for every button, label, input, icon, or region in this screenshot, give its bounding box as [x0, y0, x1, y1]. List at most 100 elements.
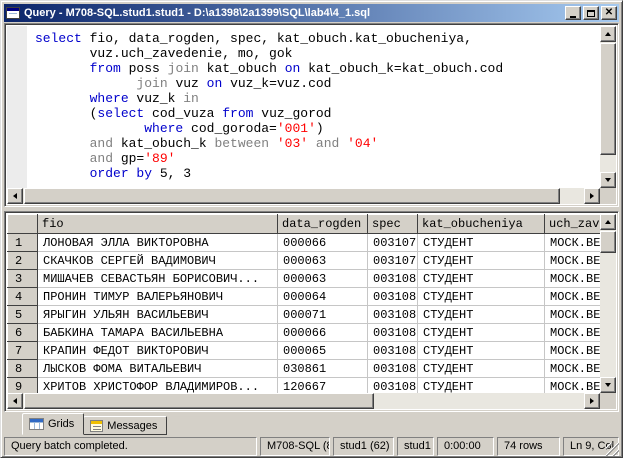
- editor-hscroll-thumb[interactable]: [24, 188, 560, 204]
- grid-scroll-up-button[interactable]: [600, 214, 616, 230]
- grid-cell[interactable]: МОСК.ВЕТ: [545, 234, 601, 252]
- table-row[interactable]: 5ЯРЫГИН УЛЬЯН ВАСИЛЬЕВИЧ000071003108СТУД…: [8, 306, 601, 324]
- title-bar[interactable]: Query - M708-SQL.stud1.stud1 - D:\a1398\…: [4, 4, 619, 22]
- grid-cell[interactable]: СТУДЕНТ: [418, 342, 545, 360]
- row-number[interactable]: 1: [8, 234, 38, 252]
- row-number[interactable]: 7: [8, 342, 38, 360]
- code-line[interactable]: and gp='89': [35, 151, 600, 166]
- row-number[interactable]: 9: [8, 378, 38, 394]
- grid-vertical-scrollbar[interactable]: [600, 214, 616, 393]
- grid-cell[interactable]: 003108: [368, 378, 418, 394]
- grid-hscroll-thumb[interactable]: [24, 393, 374, 409]
- row-number[interactable]: 2: [8, 252, 38, 270]
- grid-cell[interactable]: 000066: [278, 324, 368, 342]
- grid-cell[interactable]: 000064: [278, 288, 368, 306]
- grid-vscroll-thumb[interactable]: [600, 231, 616, 253]
- grid-cell[interactable]: ПРОНИН ТИМУР ВАЛЕРЬЯНОВИЧ: [38, 288, 278, 306]
- row-number[interactable]: 3: [8, 270, 38, 288]
- table-row[interactable]: 6БАБКИНА ТАМАРА ВАСИЛЬЕВНА000066003108СТ…: [8, 324, 601, 342]
- code-line[interactable]: (select cod_vuza from vuz_gorod: [35, 106, 600, 121]
- table-row[interactable]: 1ЛОНОВАЯ ЭЛЛА ВИКТОРОВНА000066003107СТУД…: [8, 234, 601, 252]
- editor-scroll-right-button[interactable]: [584, 188, 600, 204]
- maximize-button[interactable]: [583, 6, 599, 20]
- grid-cell[interactable]: 003108: [368, 360, 418, 378]
- editor-vertical-scrollbar[interactable]: [600, 26, 616, 188]
- editor-selection-margin[interactable]: [7, 26, 27, 188]
- table-row[interactable]: 8ЛЫСКОВ ФОМА ВИТАЛЬЕВИЧ030861003108СТУДЕ…: [8, 360, 601, 378]
- grid-cell[interactable]: ЯРЫГИН УЛЬЯН ВАСИЛЬЕВИЧ: [38, 306, 278, 324]
- grid-cell[interactable]: МОСК.ВЕТ: [545, 288, 601, 306]
- grid-cell[interactable]: ЛОНОВАЯ ЭЛЛА ВИКТОРОВНА: [38, 234, 278, 252]
- editor-horizontal-scrollbar[interactable]: [7, 188, 600, 204]
- row-number[interactable]: 5: [8, 306, 38, 324]
- grid-cell[interactable]: СТУДЕНТ: [418, 234, 545, 252]
- tab-grids[interactable]: Grids: [22, 413, 84, 435]
- sql-editor[interactable]: select fio, data_rogden, spec, kat_obuch…: [27, 26, 600, 188]
- grid-cell[interactable]: 000065: [278, 342, 368, 360]
- editor-scroll-down-button[interactable]: [600, 172, 616, 188]
- grid-cell[interactable]: СТУДЕНТ: [418, 378, 545, 394]
- grid-cell[interactable]: 003108: [368, 270, 418, 288]
- grid-cell[interactable]: МОСК.ВЕТ: [545, 306, 601, 324]
- grid-cell[interactable]: 000071: [278, 306, 368, 324]
- grid-cell[interactable]: СКАЧКОВ СЕРГЕЙ ВАДИМОВИЧ: [38, 252, 278, 270]
- editor-scroll-up-button[interactable]: [600, 26, 616, 42]
- grid-cell[interactable]: МОСК.ВЕТ: [545, 324, 601, 342]
- resize-grip[interactable]: [606, 443, 619, 456]
- grid-scroll-right-button[interactable]: [584, 393, 600, 409]
- grid-cell[interactable]: ЛЫСКОВ ФОМА ВИТАЛЬЕВИЧ: [38, 360, 278, 378]
- grid-cell[interactable]: 000066: [278, 234, 368, 252]
- grid-cell[interactable]: СТУДЕНТ: [418, 360, 545, 378]
- grid-cell[interactable]: 000063: [278, 270, 368, 288]
- code-line[interactable]: and kat_obuch_k between '03' and '04': [35, 136, 600, 151]
- grid-scroll-left-button[interactable]: [7, 393, 23, 409]
- code-line[interactable]: from poss join kat_obuch on kat_obuch_k=…: [35, 61, 600, 76]
- table-row[interactable]: 7КРАПИН ФЕДОТ ВИКТОРОВИЧ000065003108СТУД…: [8, 342, 601, 360]
- table-row[interactable]: 3МИШАЧЕВ СЕВАСТЬЯН БОРИСОВИЧ...000063003…: [8, 270, 601, 288]
- grid-cell[interactable]: 030861: [278, 360, 368, 378]
- grid-cell[interactable]: СТУДЕНТ: [418, 270, 545, 288]
- grid-cell[interactable]: 120667: [278, 378, 368, 394]
- column-header[interactable]: uch_zave: [545, 215, 601, 234]
- grid-cell[interactable]: СТУДЕНТ: [418, 252, 545, 270]
- grid-cell[interactable]: МОСК.ВЕТ: [545, 378, 601, 394]
- grid-cell[interactable]: 000063: [278, 252, 368, 270]
- table-row[interactable]: 9ХРИТОВ ХРИСТОФОР ВЛАДИМИРОВ...120667003…: [8, 378, 601, 394]
- grid-cell[interactable]: МОСК.ВЕТ: [545, 360, 601, 378]
- table-row[interactable]: 2СКАЧКОВ СЕРГЕЙ ВАДИМОВИЧ000063003107СТУ…: [8, 252, 601, 270]
- grid-cell[interactable]: СТУДЕНТ: [418, 306, 545, 324]
- grid-cell[interactable]: БАБКИНА ТАМАРА ВАСИЛЬЕВНА: [38, 324, 278, 342]
- code-line[interactable]: select fio, data_rogden, spec, kat_obuch…: [35, 31, 600, 46]
- grid-cell[interactable]: МОСК.ВЕТ: [545, 342, 601, 360]
- grid-cell[interactable]: 003108: [368, 342, 418, 360]
- column-header[interactable]: spec: [368, 215, 418, 234]
- editor-vscroll-thumb[interactable]: [600, 43, 616, 155]
- row-number[interactable]: 6: [8, 324, 38, 342]
- minimize-button[interactable]: [565, 6, 581, 20]
- code-line[interactable]: vuz.uch_zavedenie, mo, gok: [35, 46, 600, 61]
- grid-cell[interactable]: 003107: [368, 252, 418, 270]
- grid-cell[interactable]: СТУДЕНТ: [418, 288, 545, 306]
- code-line[interactable]: where cod_goroda='001'): [35, 121, 600, 136]
- column-header[interactable]: kat_obucheniya: [418, 215, 545, 234]
- editor-scroll-left-button[interactable]: [7, 188, 23, 204]
- tab-messages[interactable]: Messages: [83, 416, 167, 435]
- close-button[interactable]: ✕: [601, 6, 617, 20]
- grid-cell[interactable]: ХРИТОВ ХРИСТОФОР ВЛАДИМИРОВ...: [38, 378, 278, 394]
- grid-cell[interactable]: МОСК.ВЕТ: [545, 270, 601, 288]
- grid-scroll-down-button[interactable]: [600, 377, 616, 393]
- grid-cell[interactable]: 003108: [368, 324, 418, 342]
- code-line[interactable]: order by 5, 3: [35, 166, 600, 181]
- grid-cell[interactable]: КРАПИН ФЕДОТ ВИКТОРОВИЧ: [38, 342, 278, 360]
- grid-cell[interactable]: 003108: [368, 306, 418, 324]
- column-header[interactable]: data_rogden: [278, 215, 368, 234]
- select-all-header[interactable]: [8, 215, 38, 234]
- table-row[interactable]: 4ПРОНИН ТИМУР ВАЛЕРЬЯНОВИЧ000064003108СТ…: [8, 288, 601, 306]
- grid-cell[interactable]: МОСК.ВЕТ: [545, 252, 601, 270]
- row-number[interactable]: 4: [8, 288, 38, 306]
- grid-cell[interactable]: 003107: [368, 234, 418, 252]
- grid-cell[interactable]: МИШАЧЕВ СЕВАСТЬЯН БОРИСОВИЧ...: [38, 270, 278, 288]
- row-number[interactable]: 8: [8, 360, 38, 378]
- grid-horizontal-scrollbar[interactable]: [7, 393, 600, 409]
- code-line[interactable]: join vuz on vuz_k=vuz.cod: [35, 76, 600, 91]
